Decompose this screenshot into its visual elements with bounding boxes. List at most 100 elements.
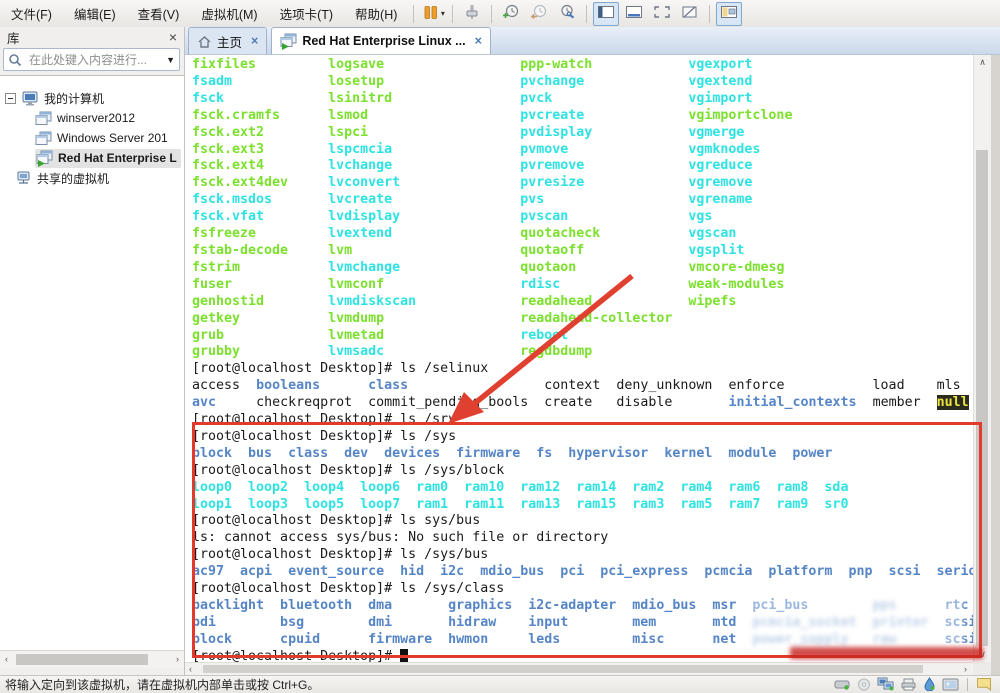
sidebar-item-red-hat-enterprise-linux-label: Red Hat Enterprise L [58,151,177,165]
scroll-down-icon[interactable]: ∨ [974,649,991,660]
terminal-line: grub lvmetad reboot [192,328,973,345]
scroll-right-icon[interactable]: › [176,654,179,664]
terminal-line: avc checkreqprot commit_pending_bools cr… [192,395,973,412]
terminal-line: [root@localhost Desktop]# ls /sys/bus [192,547,973,564]
terminal-line: grubby lvmsadc regdbdump [192,344,973,361]
tab-redhat-vm[interactable]: Red Hat Enterprise Linux ... × [271,27,491,54]
revert-snapshot-button[interactable] [526,2,552,26]
terminal-line: fstrim lvmchange quotaon vmcore-dmesg [192,260,973,277]
scroll-left-icon[interactable]: ‹ [5,654,8,664]
vmware-workstation-window: 文件(F)编辑(E)查看(V)虚拟机(M)选项卡(T)帮助(H) ▾ 库 × ▼… [0,0,1000,693]
hdd-icon[interactable] [834,678,851,691]
shared-icon [15,171,32,186]
terminal-line: [root@localhost Desktop]# ls /selinux [192,361,973,378]
scrollbar-thumb[interactable] [16,654,148,665]
terminal-line: fuser lvmconf rdisc weak-modules [192,277,973,294]
pause-button[interactable]: ▾ [420,2,446,26]
terminal-line: [root@localhost Desktop]# ls /sys [192,429,973,446]
unity-view-button[interactable] [621,2,647,26]
show-all-screens-button[interactable] [677,2,703,26]
tab-redhat-close-icon[interactable]: × [475,34,482,48]
terminal-line: ac97 acpi event_source hid i2c mdio_bus … [192,564,973,581]
scrollbar-thumb[interactable] [976,150,988,646]
terminal-line: [root@localhost Desktop]# ls /srv [192,412,973,429]
window-edge [991,55,1000,675]
ctrlaltdel-icon [463,4,481,23]
terminal-line: backlight bluetooth dma graphics i2c-ada… [192,598,973,615]
tab-home-label: 主页 [217,32,242,51]
terminal-line: fsck.ext4 lvchange pvremove vgreduce [192,158,973,175]
terminal-output[interactable]: fixfiles logsave ppp-watch vgexportfsadm… [185,55,973,662]
sidebar-item-my-computer[interactable]: 我的计算机 [0,88,184,108]
fullscreen-button[interactable] [649,2,675,26]
menubar: 文件(F)编辑(E)查看(V)虚拟机(M)选项卡(T)帮助(H) [0,0,408,27]
terminal-line: bdi bsg dmi hidraw input mem mtd pcmcia_… [192,615,973,632]
scroll-up-icon[interactable]: ∧ [974,57,991,68]
terminal-line: fsck.msdos lvcreate pvs vgrename [192,192,973,209]
library-search-box[interactable]: ▼ [3,48,180,71]
vm-running-icon [280,33,297,50]
terminal-line: block cpuid firmware hwmon leds misc net… [192,632,973,649]
statusbar-separator [967,678,968,691]
search-icon [8,53,22,67]
sidebar-item-windows-server-2012-label: Windows Server 201 [57,131,168,145]
scroll-right-icon[interactable]: › [964,664,967,674]
ctrl-alt-del-button[interactable] [459,2,485,26]
sidebar-item-winserver2012[interactable]: winserver2012 [0,108,184,128]
printer-icon[interactable] [900,678,917,691]
collapse-expander-icon[interactable] [5,93,16,104]
library-title: 库 [7,28,20,47]
chevron-down-icon[interactable]: ▾ [441,9,445,18]
menu-help[interactable]: 帮助(H) [344,0,408,27]
library-sidebar: 库 × ▼ 我的计算机winserver2012 Windows Server 2… [0,27,185,675]
sidebar-horizontal-scrollbar[interactable]: ‹ › [0,650,184,668]
terminal-vertical-scrollbar[interactable]: ∧ ∨ [973,55,991,662]
scrollbar-thumb[interactable] [203,665,923,673]
display-icon[interactable] [942,678,959,691]
terminal-line: fixfiles logsave ppp-watch vgexport [192,57,973,74]
menu-file[interactable]: 文件(F) [0,0,63,27]
snapshot-manager-button[interactable] [554,2,580,26]
tab-home[interactable]: 主页 × [188,27,267,54]
home-icon [197,35,212,48]
terminal-line: fsadm losetup pvchange vgextend [192,74,973,91]
unity-icon [625,5,643,22]
status-message: 将输入定向到该虚拟机，请在虚拟机内部单击或按 Ctrl+G。 [5,676,319,693]
toolbar-separator [452,5,453,23]
sidebar-item-windows-server-2012[interactable]: Windows Server 201 [0,128,184,148]
pause-icon [422,5,440,23]
device-status-icons [834,677,992,691]
menu-vm[interactable]: 虚拟机(M) [190,0,268,27]
menu-tabs[interactable]: 选项卡(T) [269,0,344,27]
toolbar-separator [709,5,710,23]
library-close-icon[interactable]: × [169,31,177,43]
console-icon [597,5,615,22]
network-icon[interactable] [877,677,895,691]
terminal-line: fsfreeze lvextend quotacheck vgscan [192,226,973,243]
fullscreen-icon [653,5,671,22]
cdrom-icon[interactable] [856,678,872,691]
sidebar-item-red-hat-enterprise-linux[interactable]: Red Hat Enterprise L [0,148,184,168]
terminal-line: fstab-decode lvm quotaoff vgsplit [192,243,973,260]
sound-icon[interactable] [922,677,937,691]
menu-edit[interactable]: 编辑(E) [63,0,127,27]
toolbar-separator [413,5,414,23]
tab-redhat-label: Red Hat Enterprise Linux ... [302,34,465,48]
library-search-input[interactable] [27,52,166,68]
tab-home-close-icon[interactable]: × [251,34,258,48]
message-note-icon[interactable] [976,677,992,691]
terminal-line: fsck.cramfs lsmod pvcreate vgimportclone [192,108,973,125]
scroll-left-icon[interactable]: ‹ [189,664,192,674]
search-dropdown-icon[interactable]: ▼ [166,55,175,65]
vm-running-icon [36,150,53,167]
terminal-horizontal-scrollbar[interactable]: ‹ › [185,662,973,675]
take-snapshot-button[interactable] [498,2,524,26]
console-view-button[interactable] [593,2,619,26]
menu-view[interactable]: 查看(V) [127,0,191,27]
snap-revert-icon [530,4,549,23]
snap-take-icon [502,4,521,23]
vm-console-area: fixfiles logsave ppp-watch vgexportfsadm… [185,55,1000,675]
sidebar-item-shared-vms[interactable]: 共享的虚拟机 [0,168,184,188]
library-toggle-button[interactable] [716,2,742,26]
terminal-line: fsck.ext3 lspcmcia pvmove vgmknodes [192,142,973,159]
